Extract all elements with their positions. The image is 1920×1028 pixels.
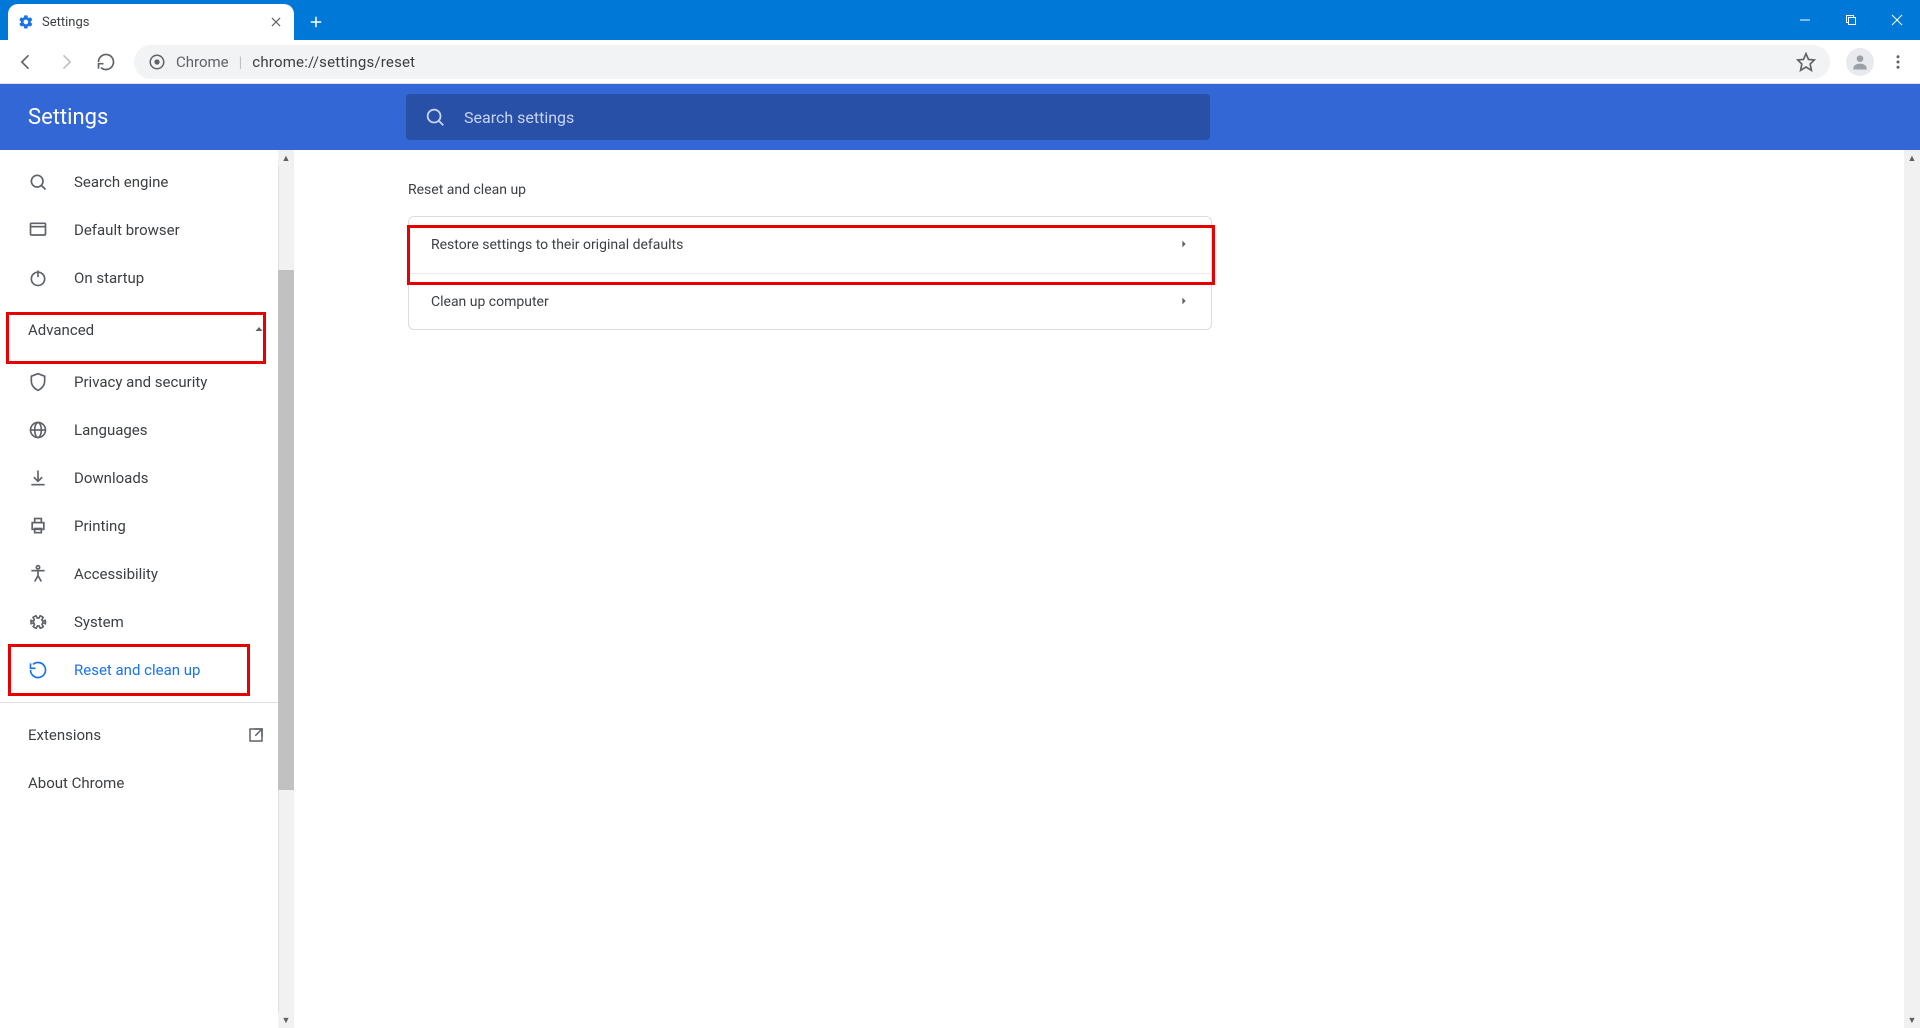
close-tab-icon[interactable] — [268, 14, 284, 30]
omnibox-separator: | — [239, 53, 243, 71]
row-label: Restore settings to their original defau… — [431, 237, 683, 253]
scroll-down-icon[interactable]: ▼ — [278, 1012, 294, 1028]
sidebar-item-label: Extensions — [28, 726, 101, 744]
search-icon — [424, 106, 446, 128]
sidebar-item-label: Accessibility — [74, 565, 158, 583]
row-label: Clean up computer — [431, 294, 549, 310]
sidebar-item-label: Printing — [74, 517, 126, 535]
sidebar-item-downloads[interactable]: Downloads — [0, 454, 293, 502]
row-clean-up-computer[interactable]: Clean up computer — [409, 273, 1211, 329]
sidebar-item-label: Privacy and security — [74, 373, 207, 391]
sidebar-item-on-startup[interactable]: On startup — [0, 254, 293, 302]
scroll-up-icon[interactable]: ▲ — [1904, 150, 1920, 166]
forward-button[interactable] — [48, 44, 84, 80]
sidebar-item-system[interactable]: System — [0, 598, 293, 646]
sidebar-item-label: Languages — [74, 421, 148, 439]
settings-search[interactable]: Search settings — [406, 94, 1210, 140]
reset-card: Restore settings to their original defau… — [408, 216, 1212, 330]
main-scrollbar[interactable]: ▲ ▼ — [1904, 150, 1920, 1028]
section-title: Reset and clean up — [408, 182, 1920, 198]
sidebar-item-extensions[interactable]: Extensions — [0, 711, 293, 759]
sidebar-item-languages[interactable]: Languages — [0, 406, 293, 454]
reload-button[interactable] — [88, 44, 124, 80]
open-in-new-icon — [247, 726, 265, 744]
maximize-button[interactable] — [1828, 0, 1874, 40]
browser-menu-button[interactable] — [1884, 44, 1912, 80]
chevron-right-icon — [1179, 294, 1189, 310]
sidebar-item-default-browser[interactable]: Default browser — [0, 206, 293, 254]
browser-tab[interactable]: Settings — [8, 4, 294, 40]
settings-app: Settings Search settings Search engine D… — [0, 84, 1920, 1028]
sidebar-scrollbar[interactable]: ▲ ▼ — [278, 150, 294, 1028]
scrollbar-thumb[interactable] — [278, 270, 294, 790]
sidebar-item-printing[interactable]: Printing — [0, 502, 293, 550]
browser-toolbar: Chrome | chrome://settings/reset — [0, 40, 1920, 84]
sidebar-item-accessibility[interactable]: Accessibility — [0, 550, 293, 598]
new-tab-button[interactable] — [300, 6, 332, 38]
settings-sidebar: Search engine Default browser On startup… — [0, 150, 294, 1028]
sidebar-advanced-toggle[interactable]: Advanced — [0, 302, 293, 358]
omnibox-url: chrome://settings/reset — [252, 53, 415, 71]
sidebar-item-reset[interactable]: Reset and clean up — [0, 646, 293, 694]
advanced-label: Advanced — [28, 321, 94, 339]
chrome-icon — [148, 53, 166, 71]
tab-title: Settings — [42, 15, 260, 30]
settings-body: Search engine Default browser On startup… — [0, 150, 1920, 1028]
sidebar-item-label: About Chrome — [28, 774, 124, 792]
sidebar-item-privacy[interactable]: Privacy and security — [0, 358, 293, 406]
chevron-right-icon — [1179, 237, 1189, 253]
close-window-button[interactable] — [1874, 0, 1920, 40]
window-controls — [1782, 0, 1920, 40]
scroll-down-icon[interactable]: ▼ — [1904, 1012, 1920, 1028]
sidebar-item-label: Default browser — [74, 221, 180, 239]
sidebar-item-search-engine[interactable]: Search engine — [0, 158, 293, 206]
back-button[interactable] — [8, 44, 44, 80]
minimize-button[interactable] — [1782, 0, 1828, 40]
address-bar[interactable]: Chrome | chrome://settings/reset — [134, 45, 1830, 79]
sidebar-item-label: System — [74, 613, 124, 631]
row-restore-defaults[interactable]: Restore settings to their original defau… — [409, 217, 1211, 273]
bookmark-star-icon[interactable] — [1796, 52, 1816, 72]
search-placeholder: Search settings — [464, 108, 574, 127]
sidebar-item-label: Search engine — [74, 173, 168, 191]
sidebar-item-label: Downloads — [74, 469, 149, 487]
sidebar-item-label: Reset and clean up — [74, 661, 200, 679]
chevron-up-icon — [253, 321, 265, 339]
settings-main: Reset and clean up Restore settings to t… — [294, 150, 1920, 1028]
sidebar-item-about[interactable]: About Chrome — [0, 759, 293, 807]
gear-icon — [18, 14, 34, 30]
window-titlebar: Settings — [0, 0, 1920, 40]
scroll-up-icon[interactable]: ▲ — [278, 150, 294, 166]
sidebar-item-label: On startup — [74, 269, 144, 287]
omnibox-scheme-label: Chrome — [176, 53, 229, 71]
profile-avatar[interactable] — [1846, 48, 1874, 76]
sidebar-divider — [0, 702, 293, 703]
